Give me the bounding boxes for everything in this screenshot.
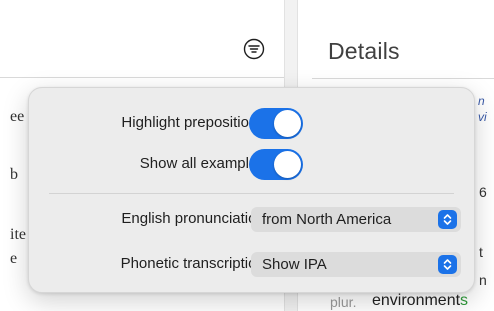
details-fragment: t: [479, 244, 483, 260]
updown-chevron-icon: [438, 210, 457, 229]
plural-word-stem: environment: [372, 292, 461, 309]
filter-button[interactable]: [241, 36, 267, 62]
filter-icon: [243, 38, 265, 60]
highlight-prepositions-label: Highlight prepositions:: [121, 114, 269, 131]
phonetic-transcription-value: Show IPA: [262, 256, 327, 273]
show-all-examples-toggle[interactable]: [249, 149, 303, 180]
list-fragment: b: [10, 166, 18, 183]
popover-separator: [49, 193, 454, 194]
english-pronunciation-label: English pronunciation:: [121, 210, 269, 227]
details-fragment: 6: [479, 184, 487, 200]
list-fragment: e: [10, 250, 18, 267]
toggle-knob: [274, 110, 301, 137]
phonetic-transcription-label: Phonetic transcription:: [120, 255, 269, 272]
details-fragment: vi: [478, 110, 487, 124]
details-fragment: n: [479, 272, 487, 288]
details-title: Details: [328, 38, 400, 64]
phonetic-transcription-select[interactable]: Show IPA: [251, 252, 461, 277]
view-options-popover: Highlight prepositions: Show all example…: [28, 87, 475, 293]
details-fragment: n: [478, 94, 485, 108]
details-divider: [312, 78, 494, 79]
updown-chevron-icon: [438, 255, 457, 274]
plural-label: plur.: [330, 294, 357, 310]
list-fragment: ite: [10, 226, 26, 243]
list-toolbar: [0, 0, 284, 78]
list-fragment: ee: [10, 108, 25, 125]
plural-word-suffix: s: [460, 292, 469, 309]
toggle-knob: [274, 151, 301, 178]
english-pronunciation-value: from North America: [262, 211, 392, 228]
highlight-prepositions-toggle[interactable]: [249, 108, 303, 139]
plural-word: environments: [372, 292, 468, 310]
english-pronunciation-select[interactable]: from North America: [251, 207, 461, 232]
